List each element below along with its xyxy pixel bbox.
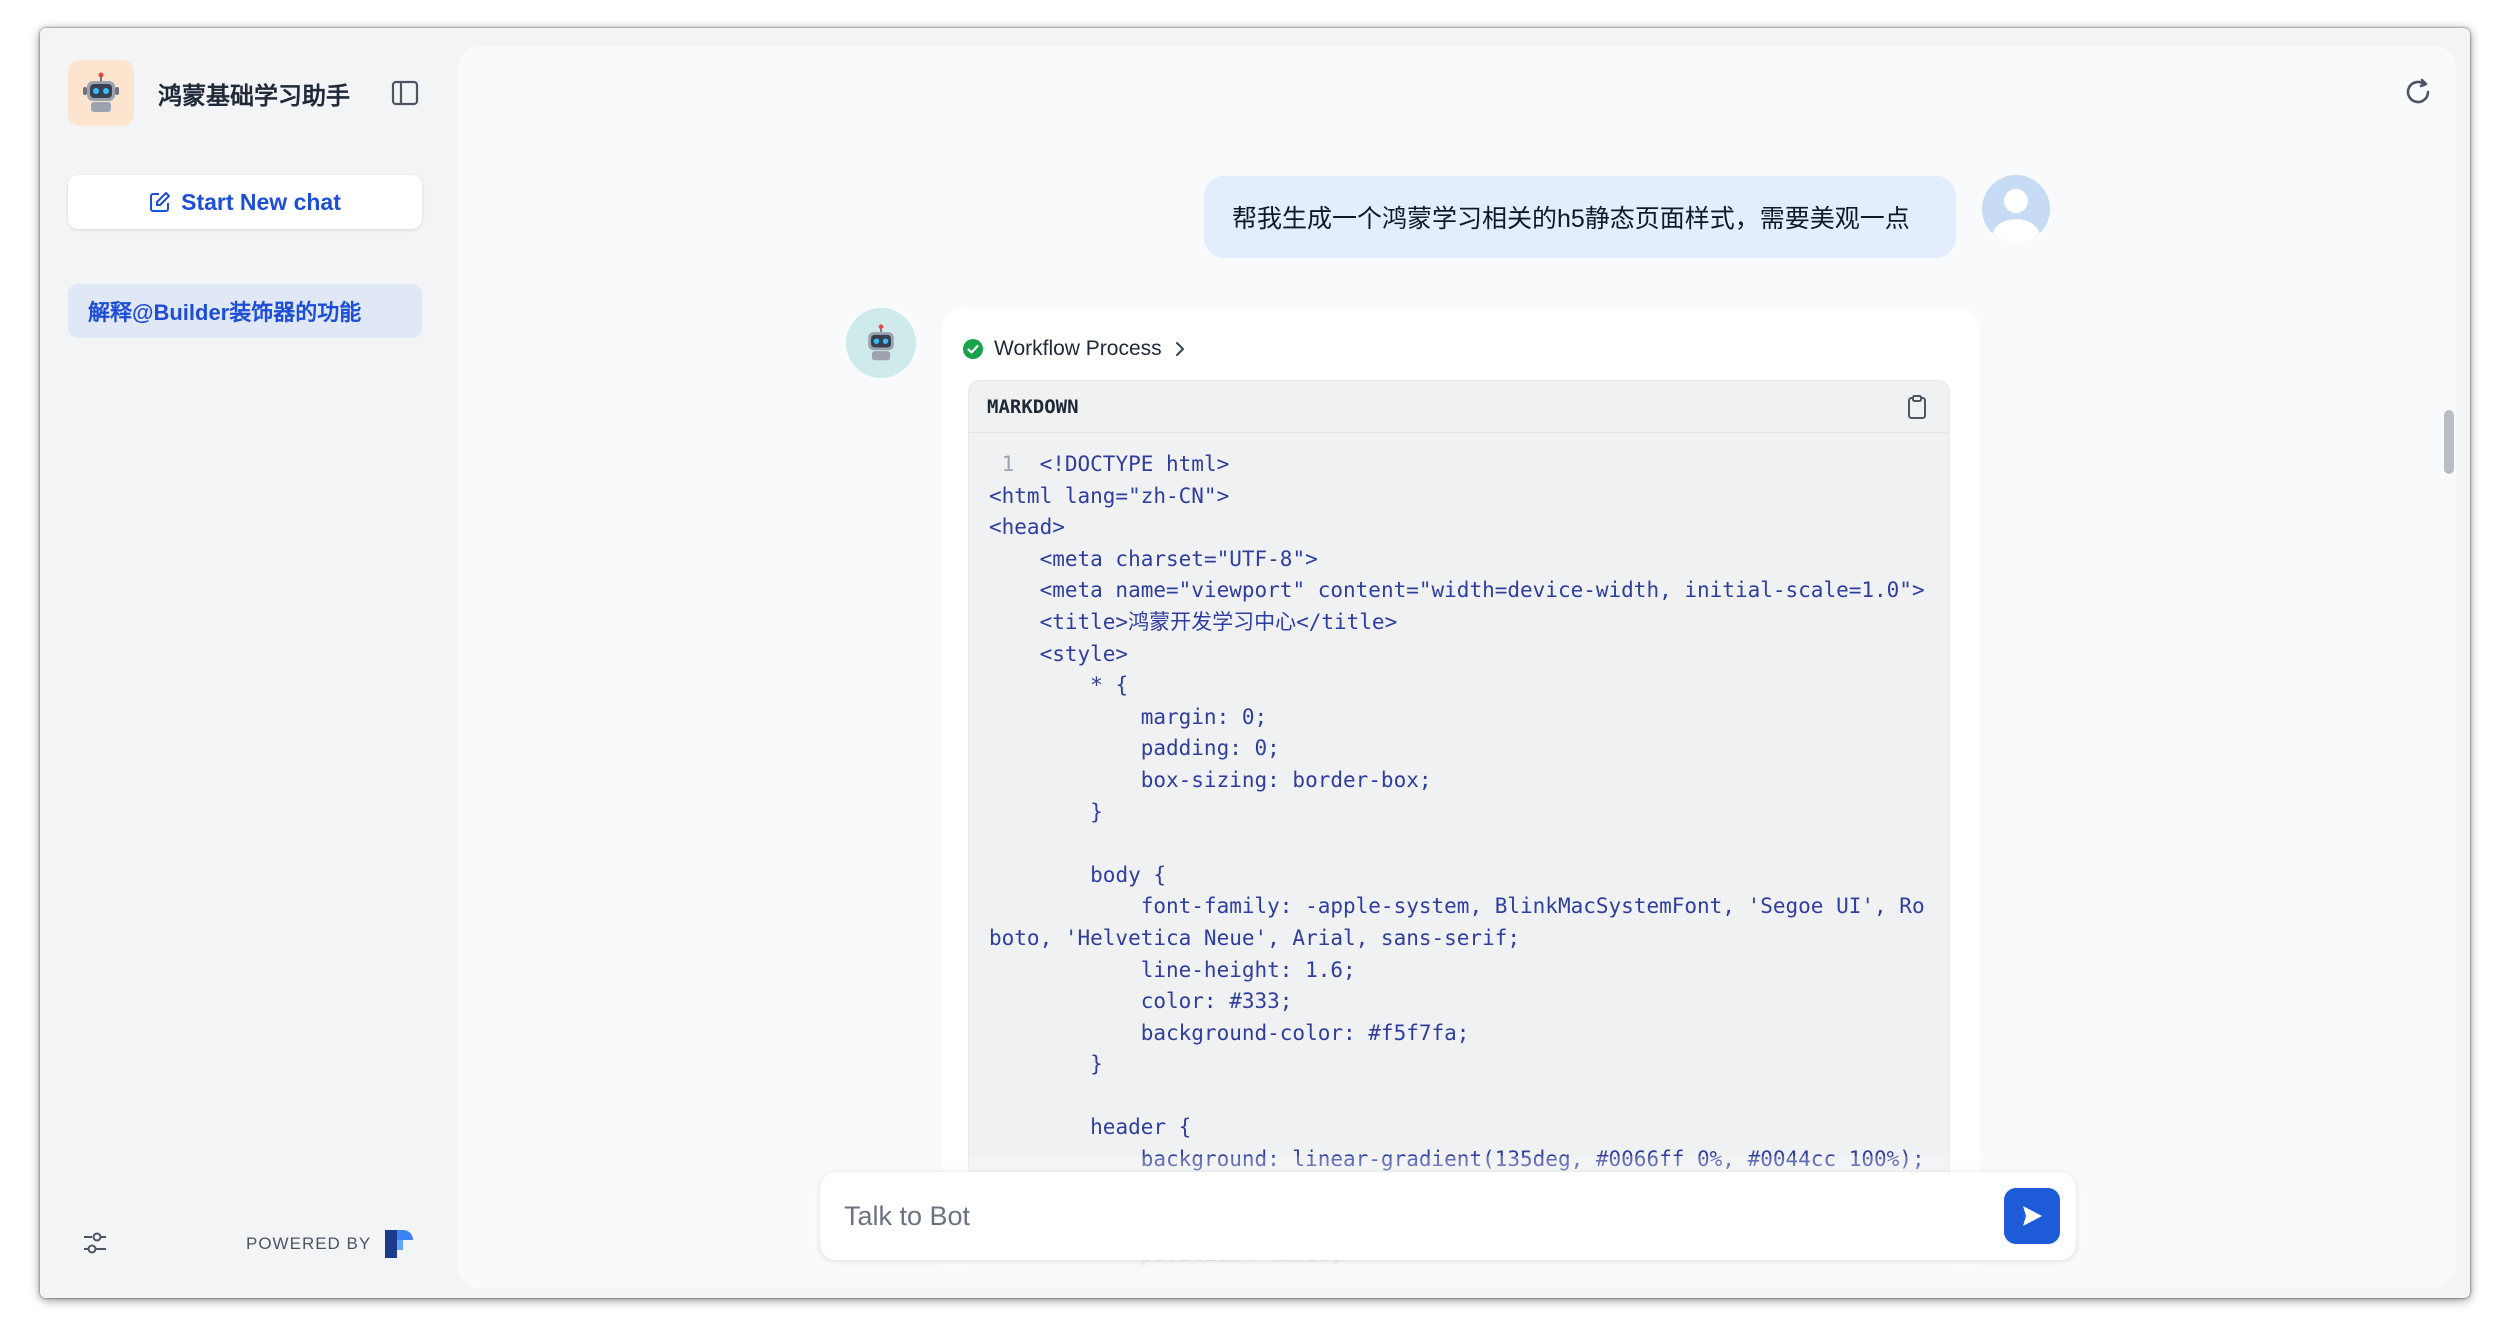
scrollbar[interactable] [2442,138,2456,1288]
line-number: 1 [989,452,1040,476]
sidebar-toggle-icon[interactable] [388,76,422,110]
history-item-label: 解释@Builder装饰器的功能 [88,300,362,325]
bot-message: Workflow Process MARKDOWN 1 <!DOCTYPE ht [942,308,1980,1288]
start-new-chat-button[interactable]: Start New chat [68,175,422,229]
app-window: 鸿蒙基础学习助手 Start New chat 解释@Builder装饰器的功能 [40,28,2470,1298]
code-line: <html lang="zh-CN"> [989,483,1230,508]
sidebar: 鸿蒙基础学习助手 Start New chat 解释@Builder装饰器的功能 [40,28,458,1298]
code-block: MARKDOWN 1 <!DOCTYPE html> <html lang="zh… [968,380,1950,1288]
bot-avatar [846,308,916,378]
chat-header [458,46,2456,138]
code-line: color: #333; [989,989,1293,1014]
check-circle-icon [963,339,983,359]
code-language-label: MARKDOWN [987,395,1079,418]
code-line: body { [989,862,1167,887]
chat-panel: 帮我生成一个鸿蒙学习相关的h5静态页面样式，需要美观一点 Workflow Pr… [458,46,2456,1288]
robot-icon [68,60,134,126]
code-line: } [989,799,1103,824]
powered-by: POWERED BY [246,1228,415,1260]
edit-icon [150,192,171,212]
code-line: <meta name="viewport" content="width=dev… [989,578,1925,603]
scrollbar-thumb[interactable] [2444,410,2454,474]
code-line: <meta charset="UTF-8"> [989,546,1318,571]
user-icon [1992,189,2040,243]
user-avatar [1982,175,2050,243]
user-message: 帮我生成一个鸿蒙学习相关的h5静态页面样式，需要美观一点 [1204,176,1956,258]
start-new-chat-label: Start New chat [181,188,341,215]
code-line: <head> [989,515,1065,540]
code-line: background: linear-gradient(135deg, #006… [989,1147,1925,1172]
code-line: background-color: #f5f7fa; [989,1020,1470,1045]
powered-by-label: POWERED BY [246,1234,372,1253]
app-header: 鸿蒙基础学习助手 [68,60,350,126]
history-item[interactable]: 解释@Builder装饰器的功能 [68,284,422,338]
brand-logo-icon [385,1230,414,1258]
chevron-right-icon [1175,342,1184,356]
settings-sliders-icon[interactable] [80,1228,110,1258]
code-line: box-sizing: border-box; [989,767,1432,792]
code-content: 1 <!DOCTYPE html> <html lang="zh-CN"> <hea… [969,433,1949,1270]
code-line: line-height: 1.6; [989,957,1356,982]
app-title: 鸿蒙基础学习助手 [158,82,350,110]
chat-input[interactable] [844,1192,1984,1240]
code-line: * { [989,673,1129,698]
clipboard-icon[interactable] [1903,393,1931,421]
code-line: } [989,1052,1103,1077]
code-line: font-family: -apple-system, BlinkMacSyst… [989,894,1925,950]
send-button[interactable] [2004,1188,2060,1244]
user-message-text: 帮我生成一个鸿蒙学习相关的h5静态页面样式，需要美观一点 [1232,205,1910,233]
code-line: 1 <!DOCTYPE html> [989,452,1230,476]
code-line: <title>鸿蒙开发学习中心</title> [989,609,1398,634]
refresh-icon[interactable] [2400,74,2436,110]
workflow-process-label: Workflow Process [994,337,1162,360]
workflow-process-toggle[interactable]: Workflow Process [962,328,1188,370]
chat-input-box [820,1172,2076,1260]
robot-icon [868,324,894,361]
code-block-header: MARKDOWN [969,381,1949,433]
code-line: padding: 0; [989,736,1280,761]
code-line: margin: 0; [989,704,1268,729]
code-line: <style> [989,641,1129,666]
code-line: header { [989,1115,1192,1140]
send-icon [2023,1206,2042,1226]
